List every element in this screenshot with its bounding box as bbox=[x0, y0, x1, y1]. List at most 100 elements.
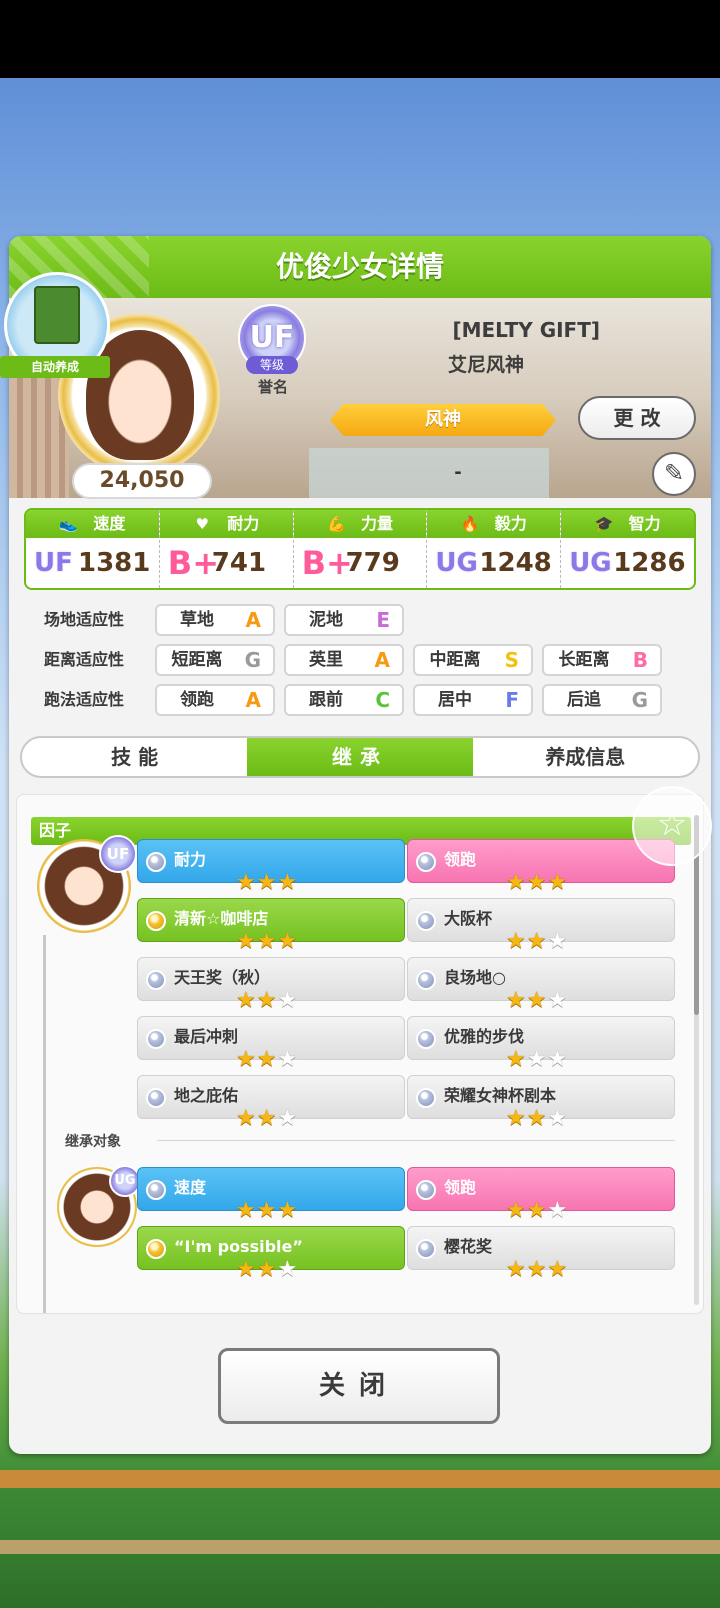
aptitude-grade: G bbox=[631, 688, 648, 712]
factor-dot-icon bbox=[146, 970, 166, 990]
factor-dot-icon bbox=[146, 1239, 166, 1259]
favorite-star-icon[interactable]: ☆ bbox=[632, 786, 712, 866]
star-filled-icon: ★ bbox=[547, 870, 569, 895]
aptitude-distance-2: 中距离 S bbox=[413, 644, 533, 676]
aptitude-name: 跟前 bbox=[309, 690, 343, 710]
character-name: 艾尼风神 bbox=[447, 354, 524, 376]
factor-stars: ★★★ bbox=[506, 1106, 568, 1131]
stat-label: 耐力 bbox=[227, 514, 260, 533]
aptitude-style-1: 跟前 C bbox=[284, 684, 404, 716]
factor-stars: ★★★ bbox=[236, 929, 298, 954]
factor-name: 地之庇佑 bbox=[174, 1086, 239, 1105]
stat-0: 👟 速度 UF 1381 bbox=[26, 510, 160, 588]
star-empty-icon: ★ bbox=[547, 1198, 569, 1223]
graduation-cap-icon: 🎓 bbox=[594, 515, 614, 533]
aptitude-name: 长距离 bbox=[558, 650, 610, 670]
aptitude-name: 英里 bbox=[309, 650, 343, 670]
aptitude-style-2: 居中 F bbox=[413, 684, 533, 716]
star-filled-icon: ★ bbox=[526, 1106, 548, 1131]
star-filled-icon: ★ bbox=[526, 1257, 548, 1282]
change-epithet-button[interactable]: 更 改 bbox=[578, 396, 696, 440]
star-filled-icon: ★ bbox=[506, 988, 527, 1013]
factor-stars: ★★★ bbox=[236, 1198, 299, 1223]
aptitude-grade: G bbox=[244, 648, 261, 672]
factor-chip[interactable]: 耐力 ★★★ bbox=[137, 839, 405, 895]
panel-title: 优俊少女详情 bbox=[275, 250, 444, 283]
factor-chip[interactable]: 优雅的步伐 ★★★ bbox=[407, 1016, 675, 1072]
star-filled-icon: ★ bbox=[506, 1047, 527, 1072]
factor-name: 耐力 bbox=[174, 850, 207, 869]
factor-chip[interactable]: 天王奖（秋） ★★★ bbox=[137, 957, 405, 1013]
aptitude-grade: E bbox=[376, 608, 390, 632]
tab-training-info[interactable]: 养成信息 bbox=[473, 738, 698, 776]
star-filled-icon: ★ bbox=[236, 929, 257, 954]
factor-chip[interactable]: 清新☆咖啡店 ★★★ bbox=[137, 898, 405, 954]
factor-dot-icon bbox=[416, 1088, 436, 1108]
factor-chip[interactable]: 速度 ★★★ bbox=[137, 1167, 405, 1223]
star-filled-icon: ★ bbox=[256, 1047, 278, 1072]
flame-icon: 🔥 bbox=[460, 515, 480, 533]
track-aptitude-label: 场地适应性 bbox=[44, 610, 125, 629]
factor-stars: ★★★ bbox=[236, 1047, 298, 1072]
factor-chip[interactable]: 地之庇佑 ★★★ bbox=[137, 1075, 405, 1131]
factor-stars: ★★★ bbox=[236, 870, 298, 895]
star-filled-icon: ★ bbox=[277, 1198, 299, 1223]
star-filled-icon: ★ bbox=[236, 988, 257, 1013]
aptitude-grade: A bbox=[374, 648, 390, 672]
tab-skills[interactable]: 技 能 bbox=[22, 738, 247, 776]
factor-name: 速度 bbox=[174, 1178, 207, 1197]
stat-grade: UG bbox=[435, 548, 478, 578]
factor-stars: ★★★ bbox=[506, 1047, 569, 1072]
factor-name: 最后冲刺 bbox=[174, 1027, 239, 1046]
aptitude-grade: A bbox=[245, 608, 261, 632]
stat-value: 1286 bbox=[613, 548, 686, 578]
factor-chip[interactable]: 大阪杯 ★★★ bbox=[407, 898, 675, 954]
factor-dot-icon bbox=[416, 911, 436, 931]
close-button[interactable]: 关闭 bbox=[218, 1348, 500, 1424]
edit-icon[interactable]: ✎ bbox=[652, 452, 696, 496]
factor-name: 领跑 bbox=[444, 1178, 477, 1197]
star-empty-icon: ★ bbox=[547, 929, 569, 954]
star-filled-icon: ★ bbox=[256, 870, 278, 895]
stat-3: 🔥 毅力 UG 1248 bbox=[427, 510, 562, 588]
factor-dot-icon bbox=[146, 852, 166, 872]
factor-stars: ★★★ bbox=[236, 1257, 299, 1282]
factor-chip[interactable]: 良场地○ ★★★ bbox=[407, 957, 675, 1013]
stat-label: 力量 bbox=[360, 514, 393, 533]
factor-chip[interactable]: 最后冲刺 ★★★ bbox=[137, 1016, 405, 1072]
evaluation-score: 24,050 bbox=[72, 463, 212, 499]
aptitude-grade: F bbox=[505, 688, 519, 712]
star-filled-icon: ★ bbox=[547, 1257, 569, 1282]
star-filled-icon: ★ bbox=[256, 1257, 278, 1282]
factor-dot-icon bbox=[146, 911, 166, 931]
star-empty-icon: ★ bbox=[547, 1047, 569, 1072]
style-aptitude-row: 跑法适应性 领跑 A 跟前 C 居中 F 后追 G bbox=[24, 684, 704, 716]
stats-panel: 👟 速度 UF 1381 ♥ 耐力 B+ 741 💪 力量 B+ 779 🔥 毅力 UG 1248 🎓 智力 UG 1… bbox=[24, 508, 696, 590]
factor-chip[interactable]: 樱花奖 ★★★ bbox=[407, 1226, 675, 1282]
factor-dot-icon bbox=[416, 1180, 436, 1200]
aptitude-track-1: 泥地 E bbox=[284, 604, 404, 636]
factor-stars: ★★★ bbox=[236, 1106, 299, 1131]
aptitude-grade: A bbox=[245, 688, 261, 712]
star-empty-icon: ★ bbox=[277, 1257, 299, 1282]
factor-chip[interactable]: 荣耀女神杯剧本 ★★★ bbox=[407, 1075, 675, 1131]
star-empty-icon: ★ bbox=[277, 1106, 299, 1131]
tab-inheritance[interactable]: 继承 bbox=[247, 738, 473, 776]
factor-chip[interactable]: 领跑 ★★★ bbox=[407, 839, 675, 895]
stat-value: 741 bbox=[211, 548, 267, 578]
aptitude-grade: C bbox=[375, 688, 390, 712]
aptitude-name: 后追 bbox=[567, 690, 601, 710]
distance-aptitude-row: 距离适应性 短距离 G 英里 A 中距离 S 长距离 B bbox=[24, 644, 704, 676]
panel-header: 优俊少女详情 bbox=[9, 236, 711, 298]
factor-list-area[interactable]: 因子 UF 继承对象 UG 耐力 ★★★ 领跑 ★★★ 清新☆咖啡店 ★★★ 大阪杯 ★★★ 天… bbox=[16, 794, 704, 1314]
aptitude-name: 草地 bbox=[180, 610, 214, 630]
stat-value: 1248 bbox=[479, 548, 552, 578]
factor-chip[interactable]: “I'm possible” ★★★ bbox=[137, 1226, 405, 1282]
stat-label: 速度 bbox=[93, 514, 126, 533]
factor-name: 领跑 bbox=[444, 850, 477, 869]
aptitude-name: 领跑 bbox=[180, 690, 214, 710]
factor-chip[interactable]: 领跑 ★★★ bbox=[407, 1167, 675, 1223]
star-filled-icon: ★ bbox=[236, 1257, 257, 1282]
aptitude-distance-1: 英里 A bbox=[284, 644, 404, 676]
character-costume-title: [MELTY GIFT] bbox=[452, 318, 600, 342]
